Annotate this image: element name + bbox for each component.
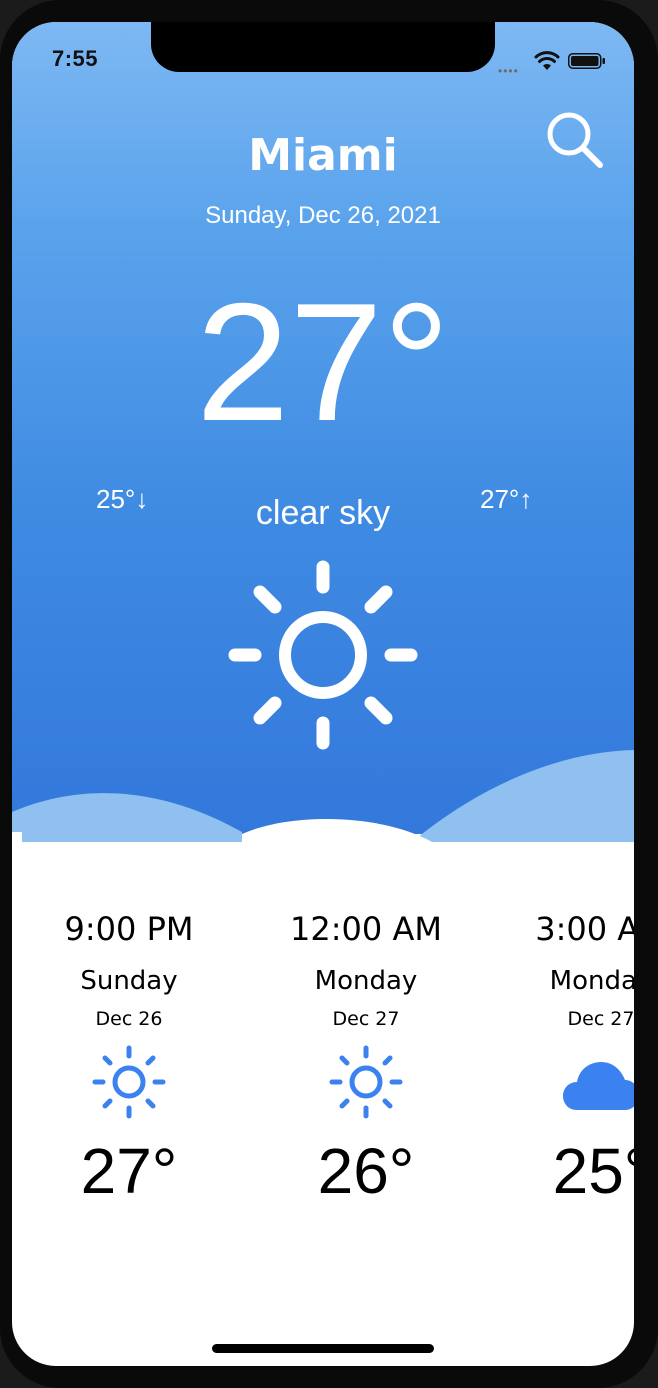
forecast-day: Monday bbox=[549, 966, 634, 996]
hourly-forecast-list[interactable]: 9:00 PM Sunday Dec 26 27° 12:00 AM Monda… bbox=[12, 902, 635, 1207]
sun-icon bbox=[92, 1045, 166, 1119]
current-temperature: 27° bbox=[195, 268, 451, 456]
forecast-temperature: 26° bbox=[317, 1135, 415, 1207]
wifi-icon bbox=[534, 51, 560, 70]
app-screen: 7:55 •••• Miami Sunday, Dec 26, 2021 27°… bbox=[12, 22, 634, 1366]
forecast-card[interactable]: 12:00 AM Monday Dec 27 26° bbox=[249, 902, 483, 1207]
forecast-time: 3:00 AM bbox=[535, 910, 634, 948]
wave-decoration bbox=[12, 750, 634, 842]
forecast-date: Dec 26 bbox=[95, 1008, 163, 1030]
forecast-date: Dec 27 bbox=[332, 1008, 400, 1030]
forecast-day: Sunday bbox=[80, 966, 178, 996]
forecast-temperature: 25° bbox=[552, 1135, 634, 1207]
forecast-time: 12:00 AM bbox=[290, 910, 442, 948]
forecast-temperature: 27° bbox=[80, 1135, 178, 1207]
battery-icon bbox=[568, 53, 605, 69]
weather-description: clear sky bbox=[255, 494, 391, 532]
cloud-icon bbox=[563, 1062, 634, 1110]
home-indicator[interactable] bbox=[212, 1344, 434, 1353]
forecast-card[interactable]: 9:00 PM Sunday Dec 26 27° bbox=[12, 902, 246, 1207]
current-date: Sunday, Dec 26, 2021 bbox=[205, 202, 441, 229]
status-indicators: •••• bbox=[498, 50, 618, 78]
sun-icon bbox=[228, 560, 418, 750]
sun-icon bbox=[329, 1045, 403, 1119]
forecast-card[interactable]: 3:00 AM Monday Dec 27 25° bbox=[484, 902, 635, 1207]
current-weather-panel: 7:55 •••• Miami Sunday, Dec 26, 2021 27°… bbox=[12, 22, 634, 842]
status-time: 7:55 bbox=[52, 46, 99, 71]
device-notch bbox=[151, 22, 495, 72]
forecast-day: Monday bbox=[314, 966, 418, 996]
forecast-time: 9:00 PM bbox=[64, 910, 194, 948]
city-name: Miami bbox=[248, 130, 398, 181]
phone-frame: 7:55 •••• Miami Sunday, Dec 26, 2021 27°… bbox=[0, 0, 658, 1388]
signal-dots-icon: •••• bbox=[498, 64, 519, 78]
forecast-date: Dec 27 bbox=[567, 1008, 635, 1030]
